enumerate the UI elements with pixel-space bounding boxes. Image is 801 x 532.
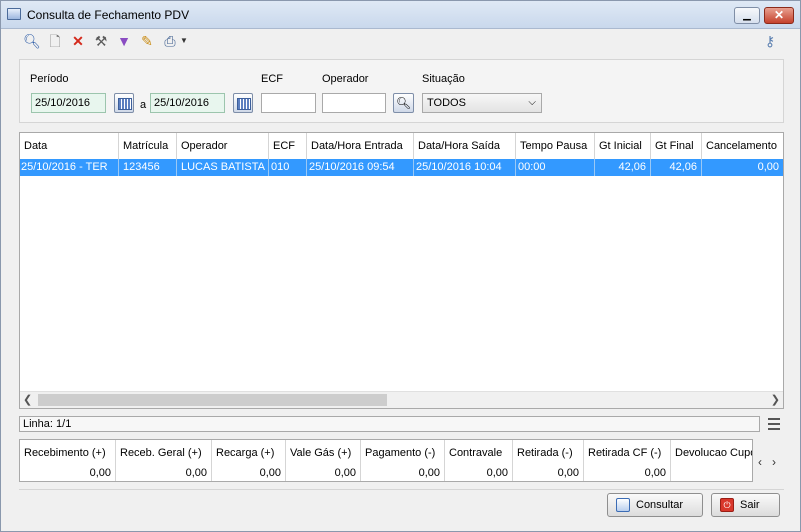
total-value bbox=[671, 466, 752, 481]
cell-matricula: 123456 bbox=[119, 159, 177, 176]
cell-saida: 25/10/2016 10:04 bbox=[414, 159, 516, 176]
operador-label: Operador bbox=[322, 73, 369, 85]
chevron-down-icon[interactable]: ▼ bbox=[179, 32, 189, 50]
scroll-right-icon[interactable]: ❯ bbox=[771, 393, 780, 406]
title-bar: Consulta de Fechamento PDV ▁ ✕ bbox=[1, 1, 800, 29]
periodo-label: Período bbox=[30, 73, 69, 85]
operador-search-icon[interactable]: 🔍︎ bbox=[393, 93, 414, 113]
col-saida[interactable]: Data/Hora Saída bbox=[414, 133, 516, 159]
total-col: Vale Gás (+) bbox=[286, 440, 361, 466]
table-row[interactable]: 25/10/2016 - TER 123456 LUCAS BATISTA 01… bbox=[20, 159, 783, 176]
scroll-thumb[interactable] bbox=[38, 394, 387, 406]
cell-data: 25/10/2016 - TER bbox=[20, 159, 119, 176]
menu-icon[interactable] bbox=[768, 418, 780, 430]
results-grid[interactable]: Data Matrícula Operador ECF Data/Hora En… bbox=[19, 132, 784, 409]
col-cancelamento[interactable]: Cancelamento bbox=[702, 133, 783, 159]
calendar-from-icon[interactable] bbox=[114, 93, 134, 113]
window: Consulta de Fechamento PDV ▁ ✕ 🔍︎ 🗋 ✕ ⚒ … bbox=[0, 0, 801, 532]
cell-gt-inicial: 42,06 bbox=[595, 159, 651, 176]
date-from-field[interactable]: 25/10/2016 bbox=[31, 93, 106, 113]
search-icon[interactable]: 🔍︎ bbox=[23, 32, 41, 50]
totals-prev-icon[interactable]: ‹ bbox=[758, 455, 762, 469]
chevron-down-icon: ⌵ bbox=[528, 97, 536, 108]
window-title: Consulta de Fechamento PDV bbox=[27, 8, 190, 22]
print-icon[interactable]: ⎙ bbox=[161, 32, 179, 50]
date-to-field[interactable]: 25/10/2016 bbox=[150, 93, 225, 113]
cell-gt-final: 42,06 bbox=[651, 159, 702, 176]
total-value: 0,00 bbox=[286, 466, 361, 481]
total-col: Devolucao Cupom bbox=[675, 447, 752, 459]
total-col: Pagamento (-) bbox=[361, 440, 445, 466]
total-col: Retirada CF (-) bbox=[584, 440, 671, 466]
col-operador[interactable]: Operador bbox=[177, 133, 269, 159]
total-col: Recarga (+) bbox=[212, 440, 286, 466]
cell-entrada: 25/10/2016 09:54 bbox=[307, 159, 414, 176]
row-count-status: Linha: 1/1 bbox=[19, 416, 760, 432]
grid-header: Data Matrícula Operador ECF Data/Hora En… bbox=[20, 133, 783, 159]
situacao-value: TODOS bbox=[427, 97, 466, 109]
horizontal-scrollbar[interactable]: ❮ ❯ bbox=[20, 391, 783, 408]
col-tempo-pausa[interactable]: Tempo Pausa bbox=[516, 133, 595, 159]
col-matricula[interactable]: Matrícula bbox=[119, 133, 177, 159]
situacao-label: Situação bbox=[422, 73, 465, 85]
total-value: 0,00 bbox=[361, 466, 445, 481]
col-entrada[interactable]: Data/Hora Entrada bbox=[307, 133, 414, 159]
col-gt-inicial[interactable]: Gt Inicial bbox=[595, 133, 651, 159]
scroll-left-icon[interactable]: ❮ bbox=[23, 393, 32, 406]
cell-operador: LUCAS BATISTA bbox=[177, 159, 269, 176]
delete-icon[interactable]: ✕ bbox=[69, 32, 87, 50]
col-data[interactable]: Data bbox=[20, 133, 119, 159]
total-col: Retirada (-) bbox=[513, 440, 584, 466]
power-icon: ⏻ bbox=[720, 498, 734, 512]
filter-panel: Período 25/10/2016 a 25/10/2016 ECF Oper… bbox=[19, 59, 784, 123]
ecf-label: ECF bbox=[261, 73, 283, 85]
app-icon bbox=[7, 8, 21, 20]
consultar-label: Consultar bbox=[636, 499, 684, 511]
minimize-button[interactable]: ▁ bbox=[734, 7, 760, 24]
totals-header: Recebimento (+) Receb. Geral (+) Recarga… bbox=[20, 440, 752, 466]
cell-tempo-pausa: 00:00 bbox=[516, 159, 595, 176]
calendar-to-icon[interactable] bbox=[233, 93, 253, 113]
close-button[interactable]: ✕ bbox=[764, 7, 794, 24]
total-value: 0,00 bbox=[513, 466, 584, 481]
col-ecf[interactable]: ECF bbox=[269, 133, 307, 159]
situacao-select[interactable]: TODOS ⌵ bbox=[422, 93, 542, 113]
toolbar: 🔍︎ 🗋 ✕ ⚒ ▼ ✎ ⎙ ▼ ⚷ bbox=[1, 29, 800, 53]
key-icon[interactable]: ⚷ bbox=[761, 32, 779, 50]
total-value: 0,00 bbox=[445, 466, 513, 481]
col-gt-final[interactable]: Gt Final bbox=[651, 133, 702, 159]
consultar-button[interactable]: Consultar bbox=[607, 493, 703, 517]
tools-icon[interactable]: ⚒ bbox=[92, 32, 110, 50]
search-icon bbox=[616, 498, 630, 512]
cell-ecf: 010 bbox=[269, 159, 307, 176]
total-value: 0,00 bbox=[212, 466, 286, 481]
totals-next-icon[interactable]: › bbox=[772, 455, 776, 469]
total-value: 0,00 bbox=[116, 466, 212, 481]
total-value: 0,00 bbox=[20, 466, 116, 481]
edit-icon[interactable]: ✎ bbox=[138, 32, 156, 50]
total-col: Receb. Geral (+) bbox=[116, 440, 212, 466]
total-value: 0,00 bbox=[584, 466, 671, 481]
operador-field[interactable] bbox=[322, 93, 386, 113]
totals-grid: Recebimento (+) Receb. Geral (+) Recarga… bbox=[19, 439, 753, 482]
ecf-field[interactable] bbox=[261, 93, 316, 113]
cell-cancelamento: 0,00 bbox=[757, 161, 779, 173]
totals-values: 0,00 0,00 0,00 0,00 0,00 0,00 0,00 0,00 bbox=[20, 466, 752, 481]
total-col: Recebimento (+) bbox=[20, 440, 116, 466]
total-col: Contravale bbox=[445, 440, 513, 466]
date-separator: a bbox=[140, 99, 147, 111]
button-bar: Consultar ⏻ Sair bbox=[19, 489, 784, 517]
filter-icon[interactable]: ▼ bbox=[115, 32, 133, 50]
sair-button[interactable]: ⏻ Sair bbox=[711, 493, 780, 517]
new-document-icon[interactable]: 🗋 bbox=[46, 32, 64, 50]
sair-label: Sair bbox=[740, 499, 760, 511]
